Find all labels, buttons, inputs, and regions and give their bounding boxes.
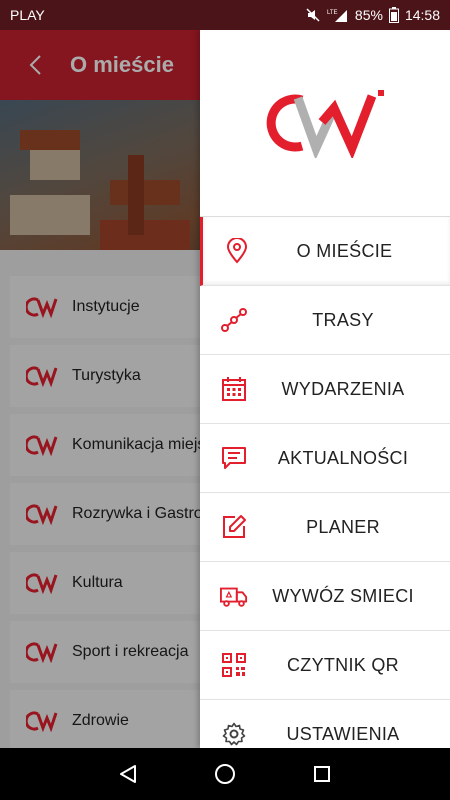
home-circle-icon xyxy=(215,764,235,784)
drawer-item-czytnik-qr[interactable]: CZYTNIK QR xyxy=(200,631,450,700)
navigation-drawer: O MIEŚCIE TRASY WYDARZENIA AKTUALNOŚCI P… xyxy=(200,30,450,748)
lte-signal-icon: LTE xyxy=(327,7,349,23)
lte-text: LTE xyxy=(327,10,338,16)
drawer-item-wywoz-smieci[interactable]: WYWÓZ SMIECI xyxy=(200,562,450,631)
back-triangle-icon xyxy=(120,765,136,783)
edit-icon xyxy=(220,513,248,541)
clock: 14:58 xyxy=(404,7,440,23)
drawer-item-aktualnosci[interactable]: AKTUALNOŚCI xyxy=(200,424,450,493)
drawer-header xyxy=(200,30,450,217)
battery-percent: 85% xyxy=(354,7,383,23)
system-nav-bar xyxy=(0,748,450,800)
location-pin-icon xyxy=(223,237,251,265)
recents-square-icon xyxy=(314,766,330,782)
route-icon xyxy=(220,306,248,334)
cw-logo-icon xyxy=(266,90,384,158)
mute-icon xyxy=(305,7,321,23)
nav-home-button[interactable] xyxy=(214,763,236,785)
status-icons: LTE 85% 14:58 xyxy=(305,7,440,23)
drawer-item-planer[interactable]: PLANER xyxy=(200,493,450,562)
nav-back-button[interactable] xyxy=(118,764,138,784)
calendar-icon xyxy=(220,375,248,403)
gear-icon xyxy=(220,720,248,748)
battery-icon xyxy=(388,7,399,23)
truck-icon xyxy=(220,582,248,610)
drawer-item-o-miescie[interactable]: O MIEŚCIE xyxy=(200,217,450,286)
drawer-item-ustawienia[interactable]: USTAWIENIA xyxy=(200,700,450,748)
drawer-item-wydarzenia[interactable]: WYDARZENIA xyxy=(200,355,450,424)
qr-icon xyxy=(220,651,248,679)
carrier-label: PLAY xyxy=(10,7,45,23)
chat-icon xyxy=(220,444,248,472)
drawer-item-trasy[interactable]: TRASY xyxy=(200,286,450,355)
nav-recents-button[interactable] xyxy=(312,764,332,784)
status-bar: PLAY LTE 85% 14:58 xyxy=(0,0,450,30)
